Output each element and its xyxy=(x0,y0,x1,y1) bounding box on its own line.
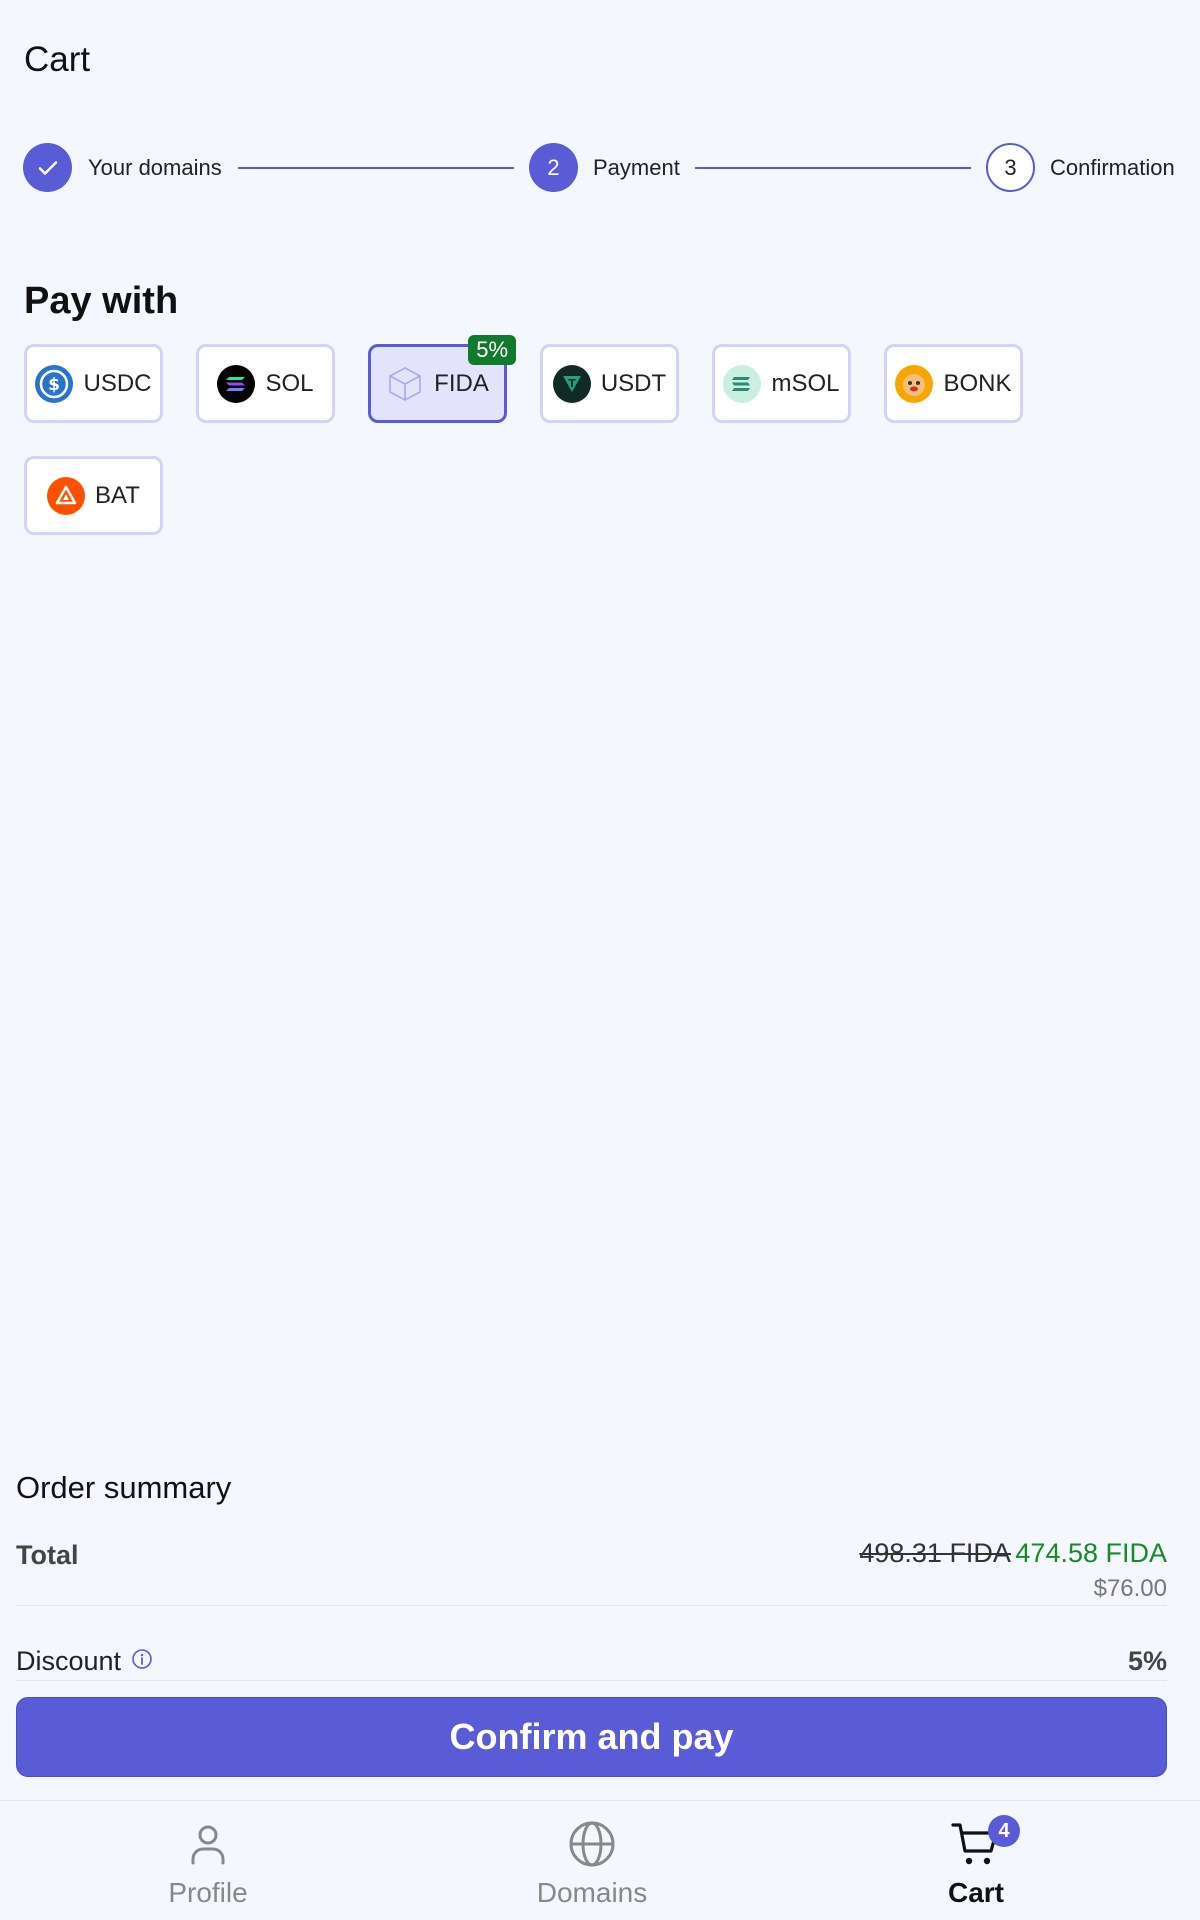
token-option-msol[interactable]: mSOL xyxy=(712,344,851,423)
step-connector-2 xyxy=(695,167,971,169)
token-label: SOL xyxy=(265,369,314,397)
step-3-label: Confirmation xyxy=(1050,155,1175,180)
token-option-usdt[interactable]: T USDT xyxy=(540,344,679,423)
token-option-bat[interactable]: BAT xyxy=(24,456,163,535)
check-icon xyxy=(38,160,57,175)
step-1-label: Your domains xyxy=(88,155,222,180)
token-label: USDC xyxy=(83,369,152,397)
checkout-stepper: Your domains 2 Payment 3 Confirmation xyxy=(23,143,1177,193)
confirm-and-pay-button[interactable]: Confirm and pay xyxy=(16,1697,1167,1777)
nav-label-cart: Cart xyxy=(947,1877,1004,1908)
nav-item-domains[interactable]: Domains xyxy=(492,1819,692,1909)
nav-label-domains: Domains xyxy=(536,1877,648,1908)
cart-count-badge: 4 xyxy=(988,1815,1020,1847)
token-option-usdc[interactable]: $ USDC xyxy=(24,344,163,423)
sol-icon xyxy=(217,364,256,403)
summary-divider xyxy=(16,1605,1167,1606)
order-summary-heading: Order summary xyxy=(16,1470,232,1505)
profile-icon xyxy=(191,1825,225,1865)
token-label: FIDA xyxy=(434,369,489,397)
token-label: USDT xyxy=(600,369,667,397)
discounted-price: 474.58 FIDA xyxy=(1015,1538,1167,1568)
step-1-check-circle xyxy=(23,143,72,192)
usd-price: $76.00 xyxy=(1093,1575,1167,1602)
usdt-icon: T xyxy=(552,364,591,403)
step-2-label: Payment xyxy=(593,155,680,180)
discount-row-label: Discount xyxy=(16,1646,153,1677)
token-label: mSOL xyxy=(771,369,840,397)
page-title: Cart xyxy=(24,40,91,79)
step-2-circle: 2 xyxy=(529,143,578,192)
info-icon[interactable] xyxy=(131,1646,153,1677)
step-3-circle: 3 xyxy=(986,143,1035,192)
msol-icon xyxy=(723,364,762,403)
svg-text:T: T xyxy=(568,377,576,390)
nav-label-profile: Profile xyxy=(168,1877,248,1908)
pay-with-heading: Pay with xyxy=(24,280,179,322)
total-price-block: 498.31 FIDA 474.58 FIDA $76.00 xyxy=(859,1538,1167,1603)
bonk-icon xyxy=(895,364,934,403)
globe-icon xyxy=(569,1821,615,1867)
token-label: BONK xyxy=(943,369,1012,397)
discount-badge: 5% xyxy=(468,335,516,365)
nav-item-cart[interactable]: 4 Cart xyxy=(876,1815,1076,1909)
token-option-sol[interactable]: SOL xyxy=(196,344,335,423)
svg-text:$: $ xyxy=(49,375,61,395)
bottom-navigation: Profile Domains 4 Cart xyxy=(0,1800,1200,1920)
discount-divider xyxy=(16,1680,1167,1681)
token-label: BAT xyxy=(95,481,140,509)
nav-item-profile[interactable]: Profile xyxy=(108,1819,308,1909)
discount-label: Discount xyxy=(16,1646,122,1676)
usdc-icon: $ xyxy=(35,364,74,403)
discount-value: 5% xyxy=(1127,1646,1167,1676)
token-option-fida[interactable]: FIDA 5% xyxy=(368,335,516,423)
bat-icon xyxy=(47,476,86,515)
fida-icon xyxy=(386,365,424,403)
step-connector-1 xyxy=(238,167,514,169)
original-price: 498.31 FIDA xyxy=(859,1538,1011,1568)
token-option-bonk[interactable]: BONK xyxy=(884,344,1023,423)
total-label: Total xyxy=(16,1540,79,1570)
